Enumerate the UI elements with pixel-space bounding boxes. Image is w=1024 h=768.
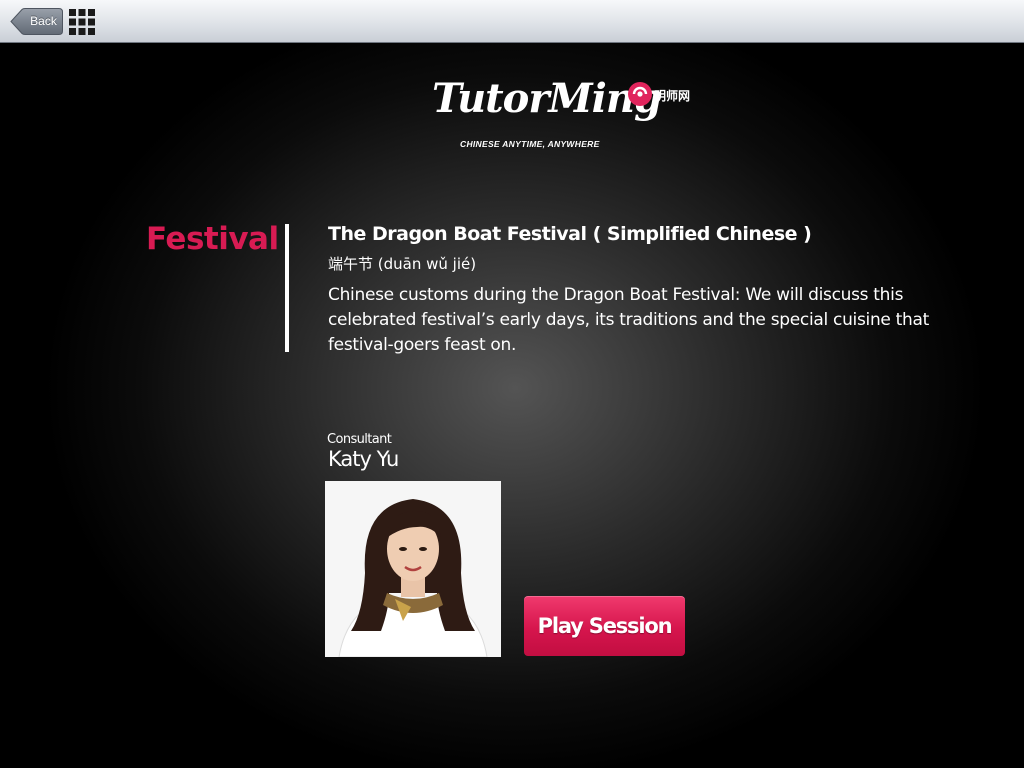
- consultant-label: Consultant: [327, 432, 392, 447]
- consultant-name: Katy Yu: [328, 447, 399, 471]
- grid-icon: [69, 9, 95, 35]
- tutorming-mark-icon: [628, 82, 652, 106]
- course-title: The Dragon Boat Festival ( Simplified Ch…: [328, 223, 812, 245]
- grid-menu-button[interactable]: [69, 9, 95, 35]
- consultant-portrait: [325, 481, 501, 657]
- logo-tagline: CHINESE ANYTIME, ANYWHERE: [460, 139, 600, 149]
- play-session-button[interactable]: Play Session: [524, 596, 685, 656]
- tutorming-logo: TutorMing 明师网 CHINESE ANYTIME, ANYWHERE: [432, 73, 702, 155]
- session-detail-panel: TutorMing 明师网 CHINESE ANYTIME, ANYWHERE …: [0, 43, 1024, 768]
- back-label: Back: [30, 14, 57, 28]
- consultant-photo: [325, 481, 501, 657]
- back-button[interactable]: Back: [10, 8, 63, 35]
- logo-chinese-name: 明师网: [654, 89, 691, 103]
- course-category: Festival: [146, 221, 279, 257]
- course-pinyin: 端午节 (duān wǔ jié): [328, 255, 477, 273]
- top-toolbar: Back: [0, 0, 1024, 43]
- vertical-divider: [285, 224, 289, 352]
- course-description: Chinese customs during the Dragon Boat F…: [328, 285, 930, 355]
